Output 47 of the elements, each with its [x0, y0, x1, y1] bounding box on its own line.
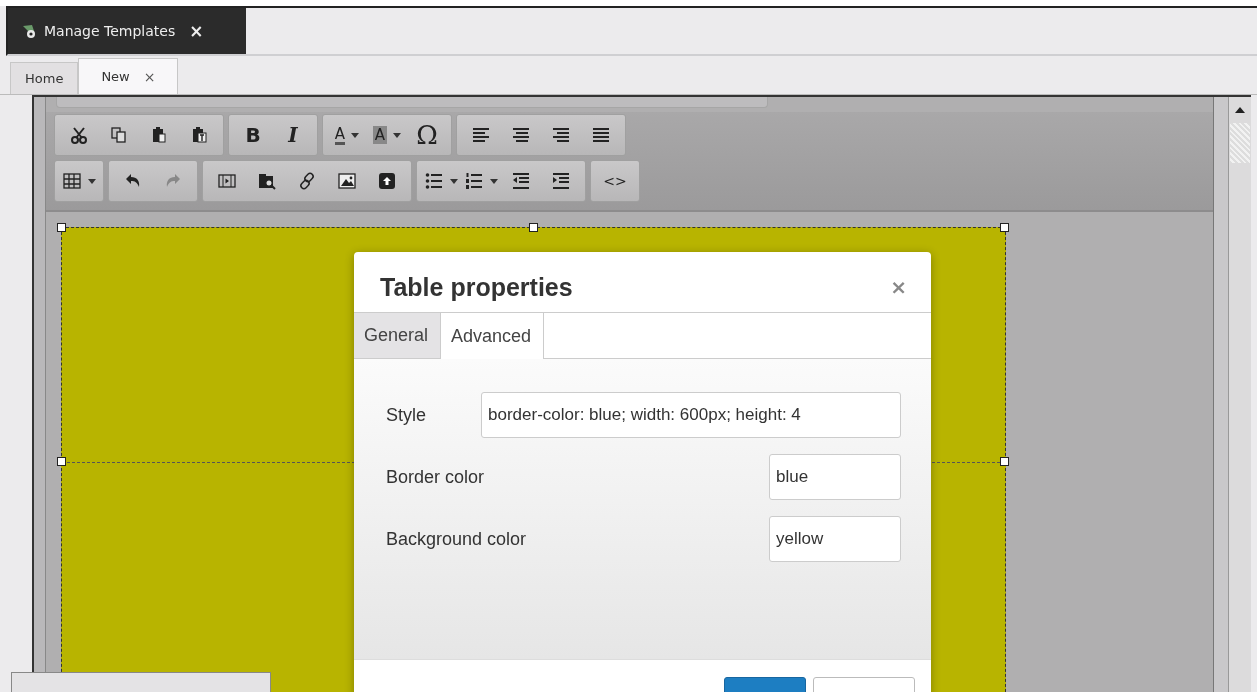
field-label: Background color: [386, 528, 527, 550]
format-button[interactable]: <>: [595, 161, 635, 201]
field-label: Border color: [386, 466, 485, 488]
document-tab[interactable]: Home: [10, 62, 79, 94]
align-left-icon: [471, 125, 491, 145]
tab-title: Manage Templates: [44, 23, 176, 39]
table-grid-icon: [62, 171, 82, 191]
scrollbar[interactable]: [1228, 97, 1251, 692]
resize-handle[interactable]: [1000, 457, 1009, 466]
bullet-list-icon: [424, 171, 444, 191]
format-button[interactable]: A: [327, 115, 367, 155]
format-button[interactable]: A: [367, 115, 407, 155]
resize-handle[interactable]: [528, 223, 538, 232]
dialog-tab[interactable]: Advanced: [440, 313, 545, 359]
copy-icon: [109, 125, 129, 145]
close-button[interactable]: ×: [143, 68, 156, 85]
input-field[interactable]: blue: [769, 454, 901, 500]
logo-icon: [22, 23, 38, 39]
link-icon: [297, 171, 317, 191]
justify-icon: [591, 125, 611, 145]
scroll-thumb[interactable]: [1230, 123, 1250, 163]
close-button[interactable]: ×: [189, 21, 204, 41]
upload-icon: [377, 171, 397, 191]
align-right-icon: [551, 125, 571, 145]
close-button[interactable]: ×: [890, 275, 907, 299]
format-button[interactable]: I: [273, 115, 313, 155]
document-tab[interactable]: New ×: [78, 58, 179, 94]
format-button[interactable]: B: [233, 115, 273, 155]
image-icon: [337, 171, 357, 191]
app-tab[interactable]: Manage Templates ×: [8, 8, 246, 54]
input-field[interactable]: border-color: blue; width: 600px; height: 4: [481, 392, 901, 438]
resize-handle[interactable]: [57, 223, 66, 232]
scissors-icon: [69, 125, 89, 145]
dialog-tab[interactable]: General: [354, 313, 441, 358]
field-label: Style: [386, 404, 427, 426]
resize-handle[interactable]: [1000, 223, 1009, 232]
input-field[interactable]: yellow: [769, 516, 901, 562]
format-button[interactable]: Ω: [407, 115, 447, 155]
dialog-title: Table properties: [380, 272, 573, 302]
outdent-icon: [511, 171, 531, 191]
indent-icon: [551, 171, 571, 191]
numbered-list-icon: [464, 171, 484, 191]
resize-handle[interactable]: [57, 457, 66, 466]
scroll-up-icon[interactable]: [1235, 107, 1245, 113]
folder-search-icon: [257, 171, 277, 191]
film-icon: [217, 171, 237, 191]
align-center-icon: [511, 125, 531, 145]
